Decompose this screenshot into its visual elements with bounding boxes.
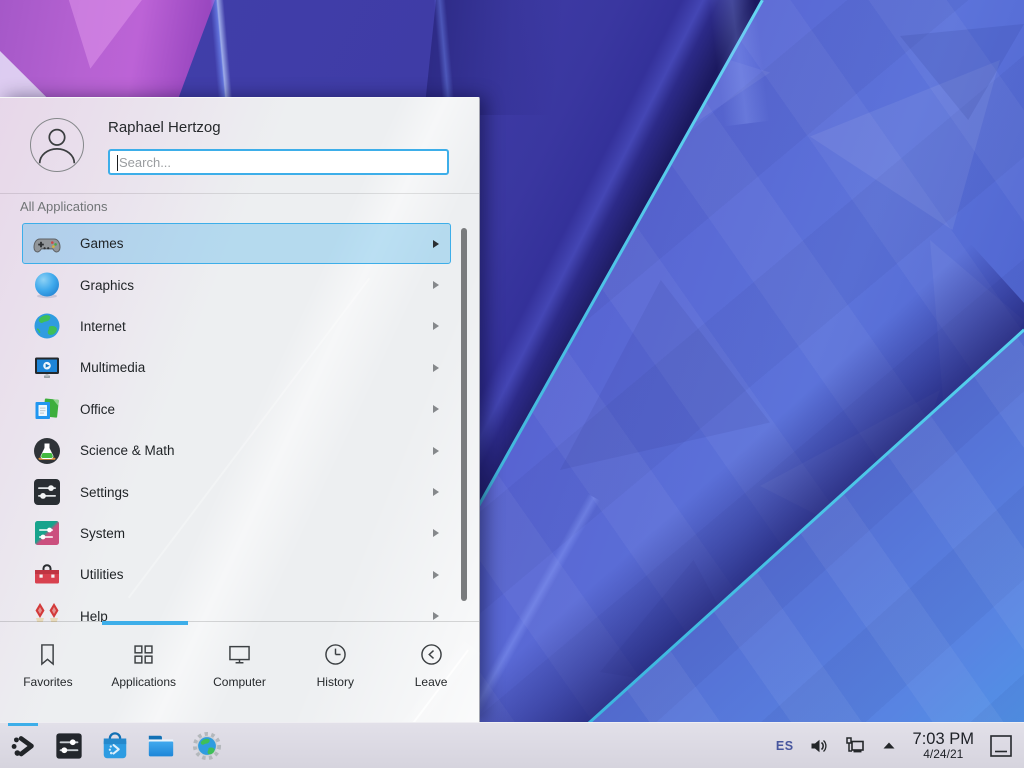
expand-tray-arrow-icon xyxy=(881,738,897,754)
category-label: Multimedia xyxy=(80,360,145,375)
web-globe-button[interactable] xyxy=(192,731,222,761)
kickoff-launcher-icon xyxy=(8,731,38,761)
submenu-arrow-icon xyxy=(433,364,439,372)
tab-label: Applications xyxy=(111,675,176,689)
launcher-tab-bar: Favorites Applications Computer xyxy=(0,621,479,722)
tab-label: Favorites xyxy=(23,675,72,689)
scrollbar-thumb[interactable] xyxy=(461,228,467,601)
submenu-arrow-icon xyxy=(433,571,439,579)
multimedia-monitor-icon xyxy=(31,352,63,384)
system-sliders-icon xyxy=(31,517,63,549)
volume-icon xyxy=(809,736,829,756)
show-desktop-icon xyxy=(989,733,1013,759)
settings-sliders-icon xyxy=(31,476,63,508)
category-utilities[interactable]: Utilities xyxy=(22,554,451,595)
category-label: Internet xyxy=(80,319,126,334)
expand-tray-button[interactable] xyxy=(881,738,897,754)
launcher-header: Raphael Hertzog xyxy=(0,98,479,194)
category-science-math[interactable]: Science & Math xyxy=(22,430,451,471)
desktop: Raphael Hertzog All Applications xyxy=(0,0,1024,768)
clock-time: 7:03 PM xyxy=(913,730,974,748)
category-label: Office xyxy=(80,402,115,417)
category-label: Help xyxy=(80,609,108,622)
tab-leave[interactable]: Leave xyxy=(383,622,479,722)
category-label: Games xyxy=(80,236,124,251)
user-name: Raphael Hertzog xyxy=(108,119,221,136)
tab-label: Leave xyxy=(415,675,448,689)
clock-date: 4/24/21 xyxy=(913,748,974,761)
category-label: Utilities xyxy=(80,567,124,582)
system-tray: ES xyxy=(776,735,897,757)
search-field[interactable] xyxy=(108,149,449,175)
globe-icon xyxy=(31,310,63,342)
submenu-arrow-icon xyxy=(433,488,439,496)
category-system[interactable]: System xyxy=(22,513,451,554)
dolphin-button[interactable] xyxy=(146,731,176,761)
network-button[interactable] xyxy=(844,735,866,757)
tab-favorites[interactable]: Favorites xyxy=(0,622,96,722)
category-office[interactable]: Office xyxy=(22,389,451,430)
tab-computer[interactable]: Computer xyxy=(192,622,288,722)
section-label: All Applications xyxy=(20,199,107,214)
utilities-toolbox-icon xyxy=(31,559,63,591)
computer-monitor-icon xyxy=(226,641,253,668)
submenu-arrow-icon xyxy=(433,529,439,537)
tab-history[interactable]: History xyxy=(287,622,383,722)
category-label: Settings xyxy=(80,485,129,500)
user-avatar[interactable] xyxy=(30,118,84,172)
category-settings[interactable]: Settings xyxy=(22,471,451,512)
wallpaper-band-magenta xyxy=(0,0,215,98)
submenu-arrow-icon xyxy=(433,281,439,289)
category-graphics[interactable]: Graphics xyxy=(22,264,451,305)
tab-label: Computer xyxy=(213,675,266,689)
leave-circle-icon xyxy=(418,641,445,668)
category-multimedia[interactable]: Multimedia xyxy=(22,347,451,388)
scrollbar-track[interactable] xyxy=(461,228,467,601)
submenu-arrow-icon xyxy=(433,405,439,413)
discover-bag-icon xyxy=(100,731,130,761)
application-launcher-menu: Raphael Hertzog All Applications xyxy=(0,97,480,722)
launcher-button[interactable] xyxy=(8,731,38,761)
active-task-indicator xyxy=(8,723,38,726)
globe-gear-icon xyxy=(192,731,222,761)
dolphin-folder-icon xyxy=(146,731,176,761)
submenu-arrow-icon xyxy=(433,240,439,248)
search-input[interactable] xyxy=(110,151,447,173)
network-icon xyxy=(844,735,866,757)
category-internet[interactable]: Internet xyxy=(22,306,451,347)
help-icon xyxy=(31,600,63,622)
category-label: Science & Math xyxy=(80,443,175,458)
bookmark-icon xyxy=(34,641,61,668)
graphics-sphere-icon xyxy=(31,269,63,301)
app-grid-icon xyxy=(130,641,157,668)
office-documents-icon xyxy=(31,393,63,425)
text-caret xyxy=(117,155,118,171)
task-manager xyxy=(8,731,222,761)
history-clock-icon xyxy=(322,641,349,668)
discover-button[interactable] xyxy=(100,731,130,761)
gamepad-icon xyxy=(31,228,63,260)
tab-applications[interactable]: Applications xyxy=(96,622,192,722)
tab-label: History xyxy=(317,675,354,689)
taskbar-panel: ES xyxy=(0,722,1024,768)
science-flask-icon xyxy=(31,435,63,467)
user-avatar-icon xyxy=(31,119,83,171)
submenu-arrow-icon xyxy=(433,447,439,455)
digital-clock[interactable]: 7:03 PM 4/24/21 xyxy=(913,730,974,761)
active-tab-indicator xyxy=(102,621,188,625)
system-settings-button[interactable] xyxy=(54,731,84,761)
system-settings-icon xyxy=(54,731,84,761)
category-games[interactable]: Games xyxy=(22,223,451,264)
show-desktop-button[interactable] xyxy=(988,731,1014,761)
submenu-arrow-icon xyxy=(433,322,439,330)
submenu-arrow-icon xyxy=(433,612,439,620)
category-list: Games Graphics xyxy=(0,223,479,622)
volume-button[interactable] xyxy=(809,736,829,756)
category-help[interactable]: Help xyxy=(22,596,451,622)
keyboard-layout-indicator[interactable]: ES xyxy=(776,739,794,753)
category-label: Graphics xyxy=(80,278,134,293)
category-label: System xyxy=(80,526,125,541)
